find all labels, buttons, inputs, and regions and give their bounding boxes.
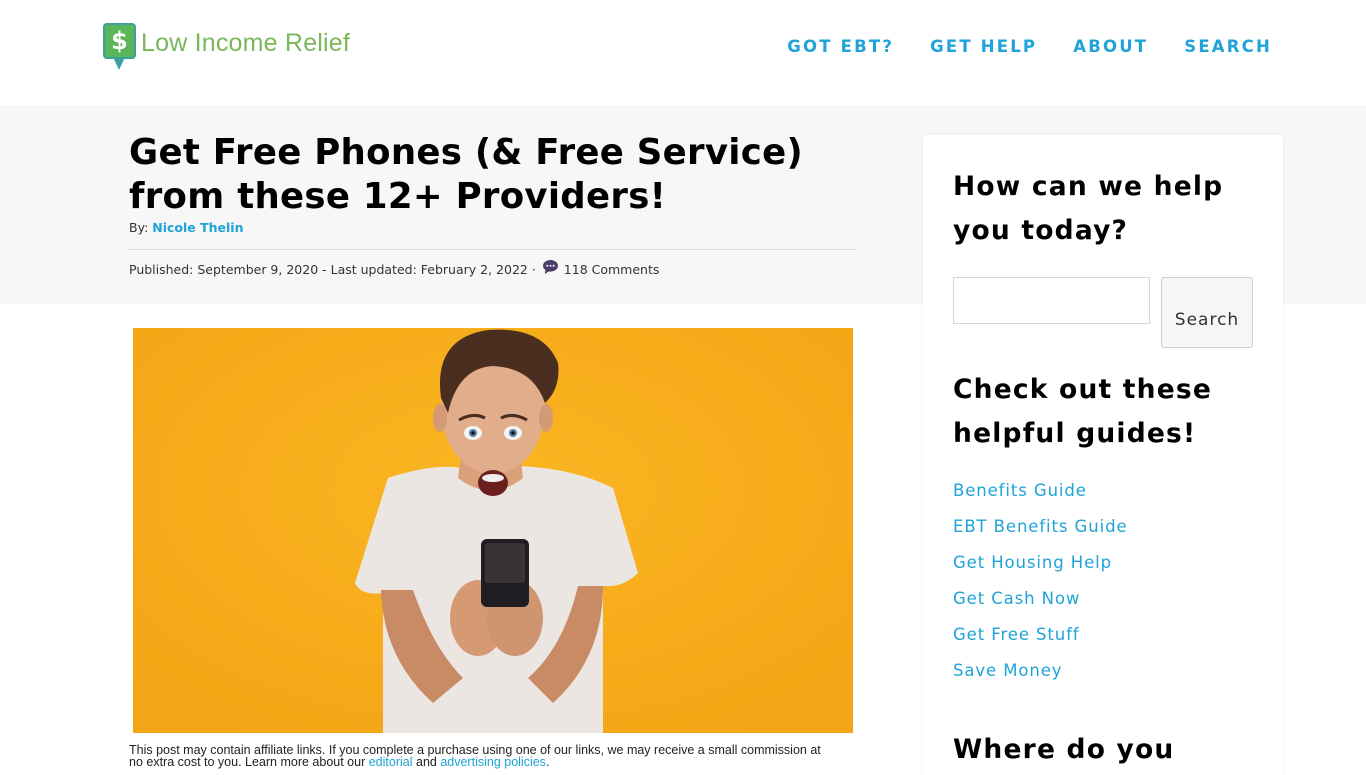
- search-input[interactable]: [953, 277, 1150, 324]
- disclaimer-text-middle: and: [412, 755, 441, 769]
- affiliate-disclaimer: This post may contain affiliate links. I…: [129, 744, 829, 769]
- post-title: Get Free Phones (& Free Service) from th…: [129, 132, 804, 217]
- meta-divider: [129, 249, 857, 250]
- guides-list: Benefits Guide EBT Benefits Guide Get Ho…: [953, 481, 1128, 697]
- dollar-chat-bubble-icon: $: [103, 23, 136, 71]
- search-widget-title: How can we help you today?: [953, 171, 1224, 246]
- sidebar: How can we help you today? Search Check …: [923, 135, 1283, 775]
- guide-link-housing[interactable]: Get Housing Help: [953, 553, 1112, 572]
- next-widget-title: Where do you: [953, 734, 1175, 765]
- comments-link[interactable]: 118 Comments: [564, 262, 660, 277]
- main-nav: GOT EBT? GET HELP ABOUT SEARCH: [787, 37, 1272, 56]
- logo-text: Low Income Relief: [141, 28, 351, 57]
- featured-image: [133, 328, 853, 733]
- author-link[interactable]: Nicole Thelin: [152, 220, 243, 235]
- guide-link-save-money[interactable]: Save Money: [953, 661, 1062, 680]
- byline-prefix: By:: [129, 220, 149, 235]
- list-item: Get Free Stuff: [953, 625, 1128, 661]
- publish-dates: Published: September 9, 2020 - Last upda…: [129, 261, 536, 277]
- nav-item-search[interactable]: SEARCH: [1184, 37, 1272, 56]
- guide-link-benefits[interactable]: Benefits Guide: [953, 481, 1087, 500]
- list-item: EBT Benefits Guide: [953, 517, 1128, 553]
- list-item: Get Housing Help: [953, 553, 1128, 589]
- search-button[interactable]: Search: [1161, 277, 1253, 348]
- disclaimer-text-end: .: [545, 755, 550, 769]
- editorial-link[interactable]: editorial: [369, 755, 413, 769]
- site-header: $ Low Income Relief GOT EBT? GET HELP AB…: [0, 0, 1366, 105]
- guides-widget-title: Check out these helpful guides!: [953, 374, 1213, 449]
- list-item: Get Cash Now: [953, 589, 1128, 625]
- list-item: Save Money: [953, 661, 1128, 697]
- guide-link-free-stuff[interactable]: Get Free Stuff: [953, 625, 1080, 644]
- list-item: Benefits Guide: [953, 481, 1128, 517]
- guide-link-ebt-benefits[interactable]: EBT Benefits Guide: [953, 517, 1128, 536]
- nav-item-get-help[interactable]: GET HELP: [930, 37, 1037, 56]
- advertising-policies-link[interactable]: advertising policies: [440, 755, 546, 769]
- nav-item-got-ebt[interactable]: GOT EBT?: [787, 37, 894, 56]
- site-logo[interactable]: $ Low Income Relief: [103, 23, 350, 71]
- post-meta: Published: September 9, 2020 - Last upda…: [129, 260, 660, 277]
- nav-item-about[interactable]: ABOUT: [1073, 37, 1148, 56]
- guide-link-cash[interactable]: Get Cash Now: [953, 589, 1080, 608]
- byline: By: Nicole Thelin: [129, 220, 244, 235]
- comment-bubble-icon: [542, 260, 558, 274]
